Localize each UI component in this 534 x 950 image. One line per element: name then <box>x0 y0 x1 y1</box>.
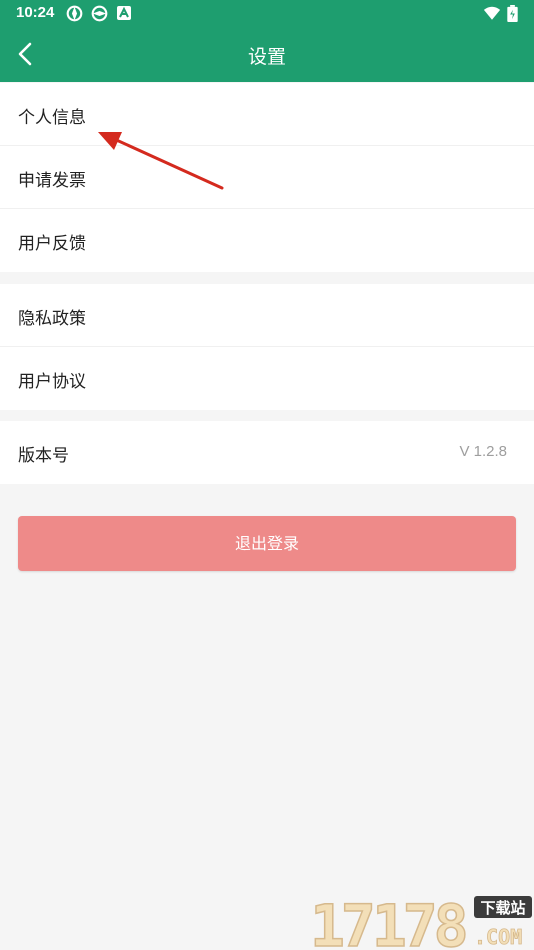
page-title: 设置 <box>247 46 286 68</box>
settings-item-feedback[interactable]: 用户反馈 <box>0 209 534 272</box>
app-notification-icon <box>91 5 108 22</box>
wifi-icon <box>483 6 501 20</box>
settings-item-personal-info[interactable]: 个人信息 <box>0 83 534 146</box>
status-bar: 10:24 <box>0 0 534 27</box>
a-letter-icon <box>117 6 131 20</box>
settings-item-label: 用户协议 <box>18 372 86 392</box>
settings-item-label: 用户反馈 <box>18 234 86 254</box>
app-notification-icon <box>66 5 83 22</box>
app-bar: 设置 <box>0 27 534 82</box>
settings-item-label: 申请发票 <box>18 171 86 191</box>
settings-item-version: 版本号 V 1.2.8 <box>0 421 534 484</box>
version-value: V 1.2.8 <box>459 443 507 460</box>
settings-group-version: 版本号 V 1.2.8 <box>0 421 534 484</box>
annotation-arrow-icon <box>98 132 224 190</box>
site-watermark-logo: 17178 下载站 .COM <box>309 891 532 950</box>
svg-text:.COM: .COM <box>474 925 522 949</box>
settings-item-label: 隐私政策 <box>18 309 86 329</box>
settings-group-account: 个人信息 申请发票 用户反馈 <box>0 83 534 272</box>
logout-button[interactable]: 退出登录 <box>18 516 516 571</box>
svg-text:下载站: 下载站 <box>480 899 525 917</box>
settings-item-label: 版本号 <box>18 446 69 466</box>
settings-item-invoice[interactable]: 申请发票 <box>0 146 534 209</box>
settings-item-user-agreement[interactable]: 用户协议 <box>0 347 534 410</box>
status-time: 10:24 <box>16 4 55 21</box>
settings-item-label: 个人信息 <box>18 108 86 128</box>
settings-item-privacy-policy[interactable]: 隐私政策 <box>0 284 534 347</box>
settings-group-legal: 隐私政策 用户协议 <box>0 284 534 410</box>
svg-text:17178: 17178 <box>310 892 466 950</box>
battery-icon <box>507 5 518 22</box>
